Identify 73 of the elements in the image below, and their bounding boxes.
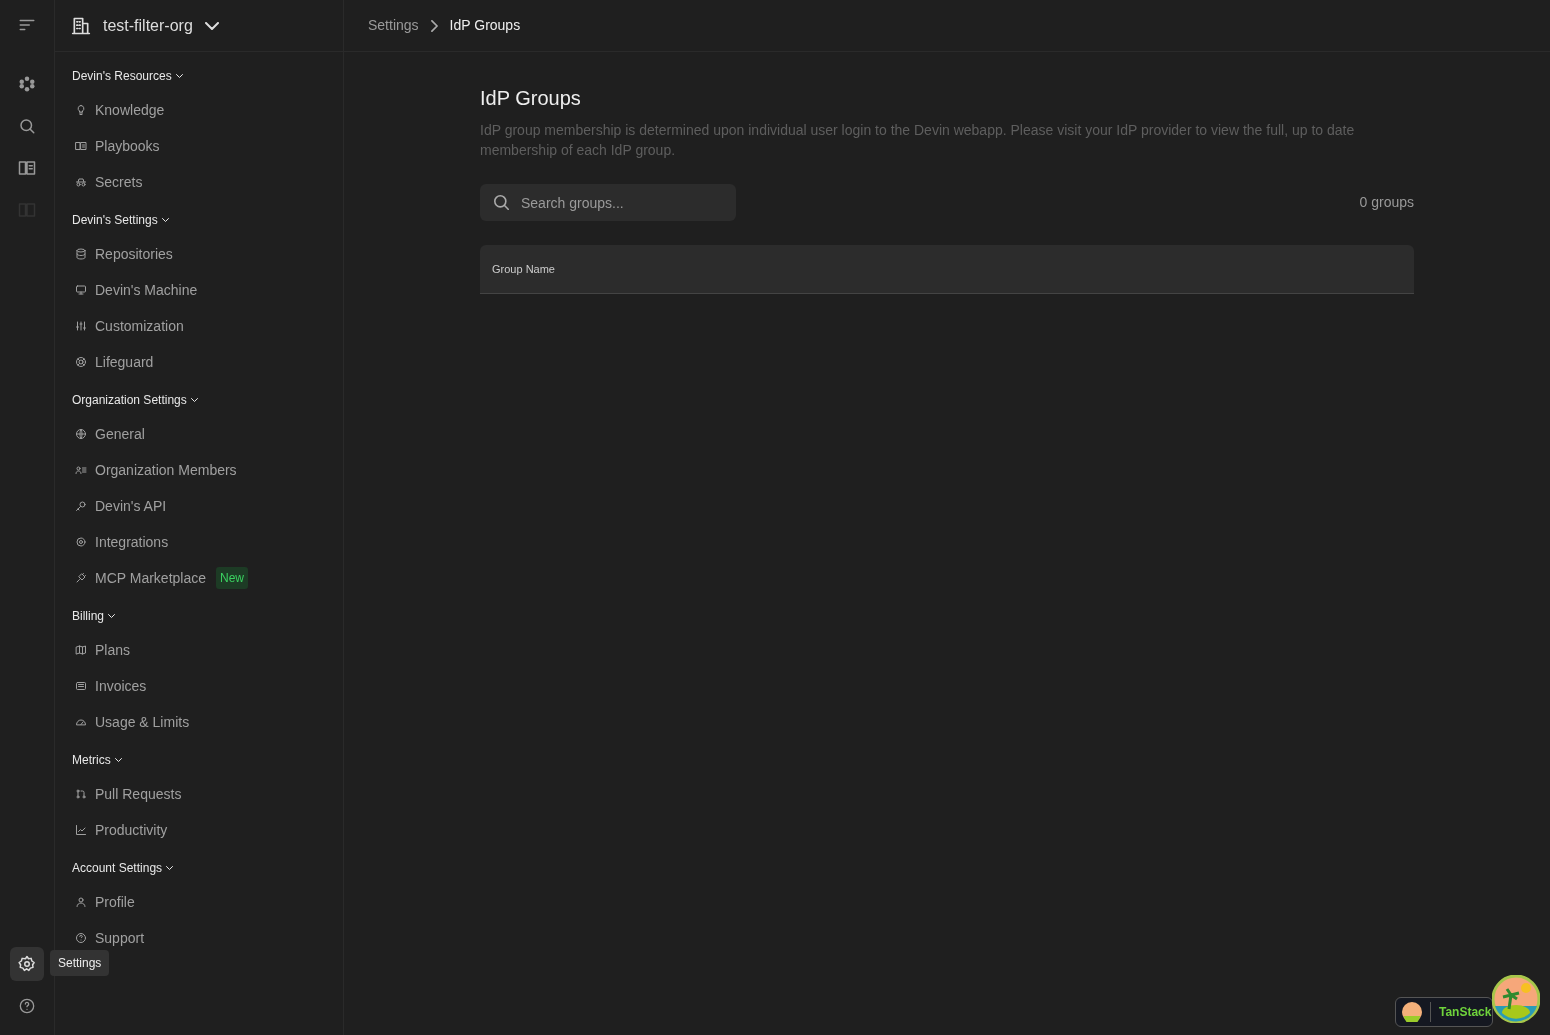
section-header[interactable]: Devin's Resources [55, 65, 343, 87]
map-icon [75, 644, 87, 656]
sidebar-item[interactable]: Repositories [55, 236, 343, 272]
sidebar-item[interactable]: Pull Requests [55, 776, 343, 812]
plug-icon [75, 572, 87, 584]
book-icon [75, 140, 87, 152]
bulb-icon [75, 104, 87, 116]
spy-icon [75, 176, 87, 188]
key-icon [75, 500, 87, 512]
people-list-icon [75, 464, 87, 476]
section-header[interactable]: Devin's Settings [55, 209, 343, 231]
globe-icon [75, 428, 87, 440]
help-icon [19, 998, 35, 1014]
monitor-icon [75, 284, 87, 296]
chevron-down-icon [190, 398, 198, 402]
sidebar-item[interactable]: Devin's Machine [55, 272, 343, 308]
sidebar-item[interactable]: Integrations [55, 524, 343, 560]
section-header[interactable]: Metrics [55, 749, 343, 771]
chevron-down-icon [114, 758, 122, 762]
sliders-icon [75, 320, 87, 332]
sidebar-item[interactable]: Secrets [55, 164, 343, 200]
receipt-icon [75, 680, 87, 692]
settings-icon [18, 955, 36, 973]
page-description: IdP group membership is determined upon individual user login to the Devin webapp. Please visit your IdP provider to view the full, up to date membership of each IdP group. [480, 121, 1356, 160]
tooltip: Settings [50, 950, 110, 976]
island-logo-icon [1402, 1002, 1422, 1022]
group-count: 0 groups [1359, 193, 1414, 212]
gauge-icon [75, 716, 87, 728]
sidebar-item[interactable]: Playbooks [55, 128, 343, 164]
sidebar-item[interactable]: Lifeguard [55, 344, 343, 380]
pull-request-icon [75, 788, 87, 800]
settings-button[interactable] [10, 947, 44, 981]
chevron-right-icon [430, 19, 438, 32]
sidebar-item[interactable]: Usage & Limits [55, 704, 343, 740]
help-icon [75, 932, 87, 944]
chart-icon [75, 824, 87, 836]
breadcrumb-link[interactable]: Settings [368, 15, 419, 36]
page-title: IdP Groups [480, 86, 582, 110]
gear-icon [75, 536, 87, 548]
database-icon [75, 248, 87, 260]
chevron-down-icon [108, 614, 115, 618]
sidebar-item[interactable]: Profile [55, 884, 343, 920]
chevron-down-icon [161, 218, 169, 222]
column-header: Group Name [492, 261, 555, 277]
island-logo-icon[interactable] [1492, 975, 1540, 1023]
building-icon [71, 15, 91, 36]
section-header[interactable]: Account Settings [55, 857, 343, 879]
sidebar-item[interactable]: MCP Marketplace New [55, 560, 343, 596]
search-field[interactable]: Search groups... [480, 184, 736, 221]
chevron-down-icon [166, 866, 174, 870]
lifebuoy-icon [75, 356, 87, 368]
book-icon [18, 159, 36, 177]
flower-icon [18, 75, 36, 93]
sidebar-item[interactable]: Plans [55, 632, 343, 668]
devtools-badge[interactable]: TanStack [1395, 997, 1493, 1027]
org-switcher[interactable]: test-filter-org [71, 13, 219, 38]
devtools-label: TanStack [1439, 1004, 1492, 1021]
sidebar-item[interactable]: Customization [55, 308, 343, 344]
person-icon [75, 896, 87, 908]
sidebar-item[interactable]: Productivity [55, 812, 343, 848]
search-icon [494, 195, 509, 210]
section-header[interactable]: Billing [55, 605, 343, 627]
chevron-down-icon [175, 74, 183, 78]
sidebar-item[interactable]: Organization Members [55, 452, 343, 488]
sidebar-item[interactable]: Knowledge [55, 92, 343, 128]
chevron-down-icon [204, 21, 219, 30]
new-tag: New [216, 567, 249, 589]
section-header[interactable]: Organization Settings [55, 389, 343, 411]
sidebar-item[interactable]: Invoices [55, 668, 343, 704]
sidebar-item[interactable]: Devin's API [55, 488, 343, 524]
search-icon [18, 117, 36, 135]
sidebar-item[interactable]: General [55, 416, 343, 452]
breadcrumb-current: IdP Groups [449, 16, 521, 35]
